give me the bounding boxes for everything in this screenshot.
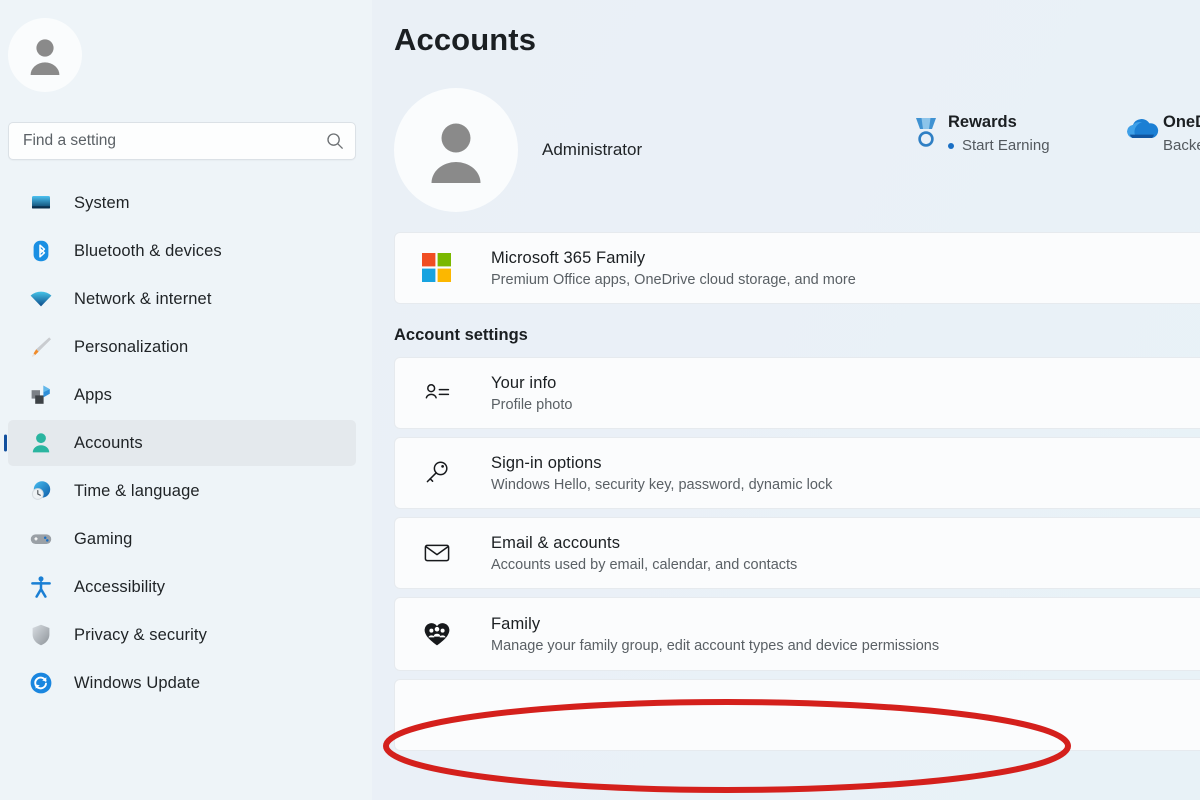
sidebar-item-accounts[interactable]: Accounts [8, 420, 356, 466]
sidebar-item-bluetooth-devices[interactable]: Bluetooth & devices [8, 228, 356, 274]
sidebar-item-label: Gaming [74, 529, 133, 548]
card-title: Email & accounts [491, 533, 621, 552]
avatar[interactable] [8, 18, 82, 92]
card-subtitle: Windows Hello, security key, password, d… [491, 476, 833, 493]
cards-region: Microsoft 365 Family Premium Office apps… [394, 232, 1200, 751]
onedrive-title: OneDrive [1163, 113, 1200, 131]
sidebar-item-system[interactable]: System [8, 180, 356, 226]
status-bullet-icon [948, 142, 954, 149]
card-partial-next[interactable] [394, 679, 1200, 751]
onedrive-tile[interactable]: OneDrive Backed up [1119, 112, 1200, 154]
sidebar-item-label: Accessibility [74, 577, 166, 596]
sidebar: System Bluetooth & devices [0, 0, 372, 800]
card-title: Microsoft 365 Family [491, 248, 646, 267]
sidebar-item-label: System [74, 193, 130, 212]
sidebar-item-label: Windows Update [74, 673, 201, 692]
card-sign-in-options[interactable]: Sign-in options Windows Hello, security … [394, 437, 1200, 509]
sidebar-item-label: Time & language [74, 481, 200, 500]
card-title: Your info [491, 373, 557, 392]
family-heart-icon [417, 621, 457, 647]
brush-icon [28, 334, 54, 360]
sidebar-item-label: Apps [74, 385, 113, 404]
sidebar-item-accessibility[interactable]: Accessibility [8, 564, 356, 610]
card-subtitle: Premium Office apps, OneDrive cloud stor… [491, 271, 856, 288]
sidebar-item-network-internet[interactable]: Network & internet [8, 276, 356, 322]
search-icon[interactable] [326, 132, 344, 150]
main-content: Accounts Administrator Rewards Start Ear… [372, 0, 1200, 800]
person-avatar-icon [30, 39, 60, 75]
clock-icon [28, 478, 54, 504]
sidebar-item-label: Bluetooth & devices [74, 241, 222, 260]
search-box[interactable] [8, 122, 356, 160]
sidebar-item-label: Network & internet [74, 289, 212, 308]
settings-window: System Bluetooth & devices [0, 0, 1200, 800]
apps-icon [28, 382, 54, 408]
bluetooth-icon [28, 238, 54, 264]
rewards-medal-icon [904, 112, 948, 148]
person-avatar-icon [431, 123, 481, 183]
rewards-subtitle: Start Earning [962, 137, 1050, 154]
rewards-subtitle-row: Start Earning [948, 137, 1050, 154]
card-subtitle: Profile photo [491, 396, 573, 413]
card-family[interactable]: Family Manage your family group, edit ac… [394, 597, 1200, 671]
onedrive-subtitle: Backed up [1163, 137, 1200, 154]
sidebar-item-apps[interactable]: Apps [8, 372, 356, 418]
search-input[interactable] [23, 132, 326, 150]
key-icon [417, 459, 457, 487]
card-subtitle: Accounts used by email, calendar, and co… [491, 556, 798, 573]
sidebar-item-label: Privacy & security [74, 625, 207, 644]
section-heading-account-settings: Account settings [394, 326, 528, 344]
microsoft-logo-icon [417, 253, 457, 283]
onedrive-cloud-icon [1119, 112, 1163, 142]
sidebar-item-personalization[interactable]: Personalization [8, 324, 356, 370]
your-info-icon [417, 379, 457, 407]
account-status-tiles: Rewards Start Earning One Back [904, 112, 1200, 154]
rewards-tile[interactable]: Rewards Start Earning [904, 112, 1119, 154]
envelope-icon [417, 539, 457, 567]
shield-icon [28, 622, 54, 648]
rewards-title: Rewards [948, 113, 1017, 131]
sidebar-item-label: Accounts [74, 433, 143, 452]
sidebar-item-time-language[interactable]: Time & language [8, 468, 356, 514]
page-title: Accounts [394, 22, 537, 57]
sidebar-item-label: Personalization [74, 337, 189, 356]
accessibility-icon [28, 574, 54, 600]
sidebar-item-gaming[interactable]: Gaming [8, 516, 356, 562]
sidebar-nav: System Bluetooth & devices Network & int… [0, 180, 372, 706]
card-your-info[interactable]: Your info Profile photo [394, 357, 1200, 429]
gamepad-icon [28, 526, 54, 552]
wifi-icon [28, 286, 54, 312]
account-icon [28, 430, 54, 456]
update-icon [28, 670, 54, 696]
sidebar-item-privacy-security[interactable]: Privacy & security [8, 612, 356, 658]
profile-name: Administrator [542, 140, 643, 159]
card-title: Family [491, 614, 541, 633]
card-microsoft-365-family[interactable]: Microsoft 365 Family Premium Office apps… [394, 232, 1200, 304]
monitor-icon [28, 190, 54, 216]
card-subtitle: Manage your family group, edit account t… [491, 637, 940, 654]
profile-hero: Administrator Rewards Start Earning One … [394, 88, 1200, 212]
sidebar-item-windows-update[interactable]: Windows Update [8, 660, 356, 706]
card-email-accounts[interactable]: Email & accounts Accounts used by email,… [394, 517, 1200, 589]
profile-avatar[interactable] [394, 88, 518, 212]
card-title: Sign-in options [491, 453, 602, 472]
